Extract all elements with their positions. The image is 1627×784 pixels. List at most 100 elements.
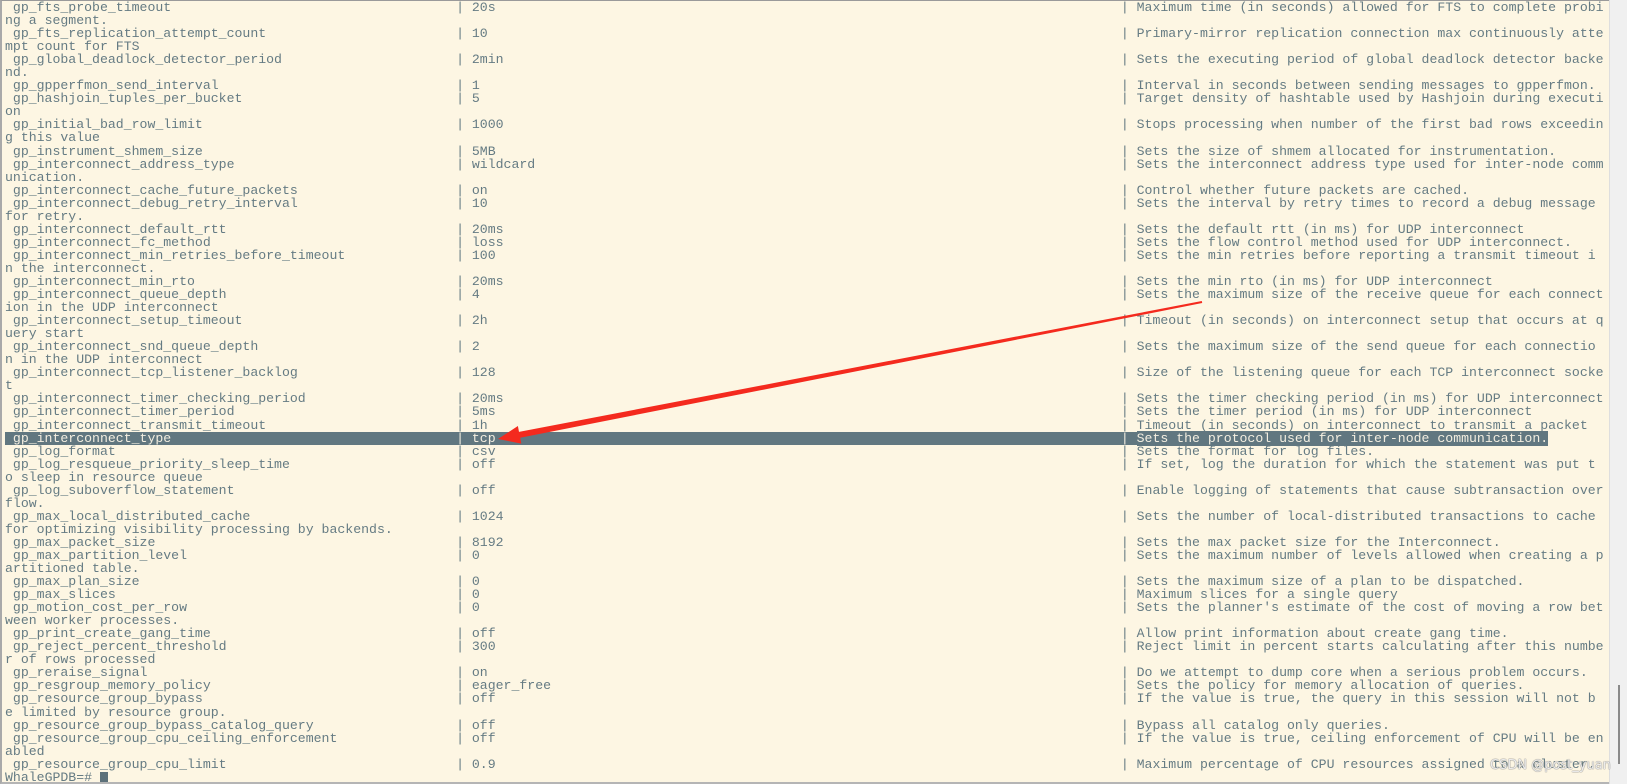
column-separator — [1113, 314, 1137, 327]
setting-value: 1024 — [471, 508, 504, 524]
setting-name: gp_log_suboverflow_statement — [12, 482, 235, 498]
text-cursor — [99, 771, 108, 782]
setting-value: off — [471, 626, 496, 642]
table-row: gp_hashjoin_tuples_per_bucket5Target den… — [5, 92, 1605, 118]
terminal-window[interactable]: gp_fts_probe_timeout20sMaximum time (in … — [0, 0, 1609, 784]
setting-value: 5ms — [471, 404, 496, 420]
setting-name: gp_interconnect_tcp_listener_backlog — [12, 365, 298, 381]
row-lead — [5, 536, 13, 549]
column-separator — [448, 549, 472, 562]
setting-name: gp_resource_group_bypass_catalog_query — [12, 717, 314, 733]
column-separator — [1113, 758, 1137, 771]
column-separator — [448, 118, 472, 131]
setting-value: 20ms — [471, 221, 504, 237]
column-separator — [448, 223, 472, 236]
setting-value: on — [471, 182, 488, 198]
setting-value: 20s — [471, 0, 496, 15]
column-separator — [448, 92, 472, 105]
setting-value: csv — [471, 443, 496, 459]
setting-value: 5MB — [471, 143, 496, 159]
setting-name: gp_resource_group_cpu_ceiling_enforcemen… — [12, 730, 338, 746]
setting-value: 1 — [471, 78, 480, 94]
table-row: gp_reject_percent_threshold300Reject lim… — [5, 640, 1605, 666]
column-separator — [1113, 184, 1137, 197]
setting-name: gp_hashjoin_tuples_per_bucket — [12, 91, 243, 107]
column-separator — [1112, 431, 1137, 445]
column-separator — [448, 601, 472, 614]
column-separator — [448, 288, 472, 301]
column-separator — [1113, 223, 1137, 236]
setting-value: 0 — [471, 600, 480, 616]
column-separator — [1113, 145, 1137, 158]
column-separator — [1113, 92, 1137, 105]
column-separator — [1113, 53, 1137, 66]
watermark: CSDN @post_yuan — [1490, 758, 1611, 773]
column-separator — [448, 405, 472, 418]
column-separator — [1113, 445, 1137, 458]
scrollbar-thumb[interactable] — [1618, 685, 1620, 764]
row-lead — [5, 223, 13, 236]
row-lead — [5, 184, 13, 197]
setting-value: 1h — [471, 417, 488, 433]
table-row: gp_fts_replication_attempt_count10Primar… — [5, 27, 1605, 53]
setting-name: gp_interconnect_cache_future_packets — [12, 182, 298, 198]
column-separator — [448, 510, 472, 523]
setting-value: eager_free — [471, 678, 552, 694]
setting-value: 128 — [471, 365, 496, 381]
row-lead — [5, 431, 13, 445]
column-separator — [1113, 419, 1137, 432]
setting-value: tcp — [471, 431, 1113, 445]
table-row: gp_max_local_distributed_cache1024Sets t… — [5, 510, 1605, 536]
table-row: gp_motion_cost_per_row0Sets the planner'… — [5, 601, 1605, 627]
setting-value: 2 — [471, 339, 480, 355]
setting-value: 0 — [471, 574, 480, 590]
setting-value: off — [471, 691, 496, 707]
column-separator — [1113, 366, 1137, 379]
column-separator — [448, 249, 472, 262]
column-separator — [448, 758, 472, 771]
column-separator — [1113, 249, 1137, 262]
table-row: gp_interconnect_setup_timeout2hTimeout (… — [5, 314, 1605, 340]
row-lead — [5, 145, 13, 158]
setting-value: off — [471, 730, 496, 746]
column-separator — [1113, 405, 1137, 418]
setting-value: 20ms — [471, 391, 504, 407]
column-separator — [1113, 236, 1137, 249]
column-separator — [448, 458, 472, 471]
column-separator — [448, 1, 472, 14]
setting-value: on — [471, 665, 488, 681]
table-row: gp_interconnect_snd_queue_depth2Sets the… — [5, 340, 1605, 366]
settings-table: gp_fts_probe_timeout20sMaximum time (in … — [5, 1, 1605, 771]
setting-value: 5 — [471, 91, 480, 107]
column-separator — [448, 419, 472, 432]
setting-name: gp_max_packet_size — [12, 534, 156, 550]
table-row: gp_initial_bad_row_limit1000Stops proces… — [5, 118, 1605, 144]
setting-value: 0 — [471, 547, 480, 563]
setting-value: 8192 — [471, 534, 504, 550]
column-separator — [448, 366, 472, 379]
terminal-output: gp_fts_probe_timeout20sMaximum time (in … — [5, 1, 1605, 782]
column-separator — [1113, 197, 1137, 210]
vertical-scrollbar[interactable] — [1609, 0, 1627, 784]
table-row: gp_interconnect_transmit_timeout1hTimeou… — [5, 417, 1605, 433]
column-separator — [1113, 692, 1137, 705]
table-row: gp_resource_group_cpu_limit0.9Maximum pe… — [5, 758, 1605, 771]
column-separator — [1113, 288, 1137, 301]
setting-name: gp_interconnect_fc_method — [12, 234, 211, 250]
column-separator — [1113, 536, 1137, 549]
column-separator — [448, 536, 472, 549]
column-separator — [1113, 27, 1137, 40]
setting-value: 100 — [471, 247, 496, 263]
column-separator — [448, 27, 472, 40]
setting-value: 2h — [471, 313, 488, 329]
setting-value: 2min — [471, 52, 504, 68]
setting-value: 10 — [471, 26, 488, 42]
row-lead — [5, 445, 13, 458]
table-row: gp_interconnect_debug_retry_interval10Se… — [5, 197, 1605, 223]
table-row: gp_log_resqueue_priority_sleep_timeoffIf… — [5, 458, 1605, 484]
column-separator — [448, 184, 472, 197]
setting-value: 1000 — [471, 117, 504, 133]
command-prompt-line[interactable]: WhaleGPDB=# — [5, 771, 1605, 782]
table-row: gp_resource_group_bypassoffIf the value … — [5, 692, 1605, 718]
setting-name: gp_interconnect_default_rtt — [12, 221, 227, 237]
